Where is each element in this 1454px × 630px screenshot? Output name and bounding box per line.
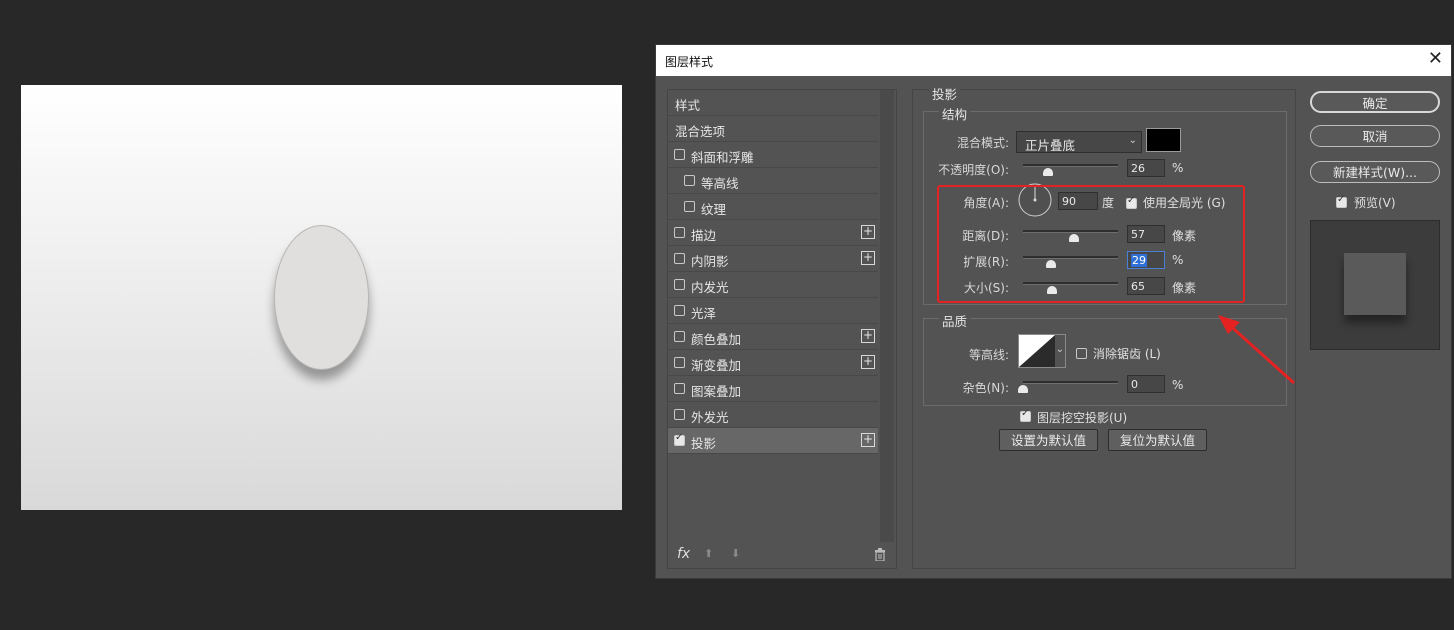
noise-label: 杂色(N):: [962, 381, 1009, 395]
antialias-checkbox[interactable]: [1076, 348, 1087, 359]
style-checkbox[interactable]: [684, 175, 695, 186]
dialog-title: 图层样式: [665, 55, 714, 69]
style-item-label: 内发光: [691, 280, 729, 295]
blend-mode-select[interactable]: 正片叠底 ⌄: [1016, 131, 1142, 153]
fx-icon[interactable]: fx: [677, 546, 690, 562]
style-list-item[interactable]: 渐变叠加 +: [668, 350, 878, 376]
style-checkbox[interactable]: [674, 409, 685, 420]
style-item-label: 斜面和浮雕: [691, 150, 754, 165]
style-item-label: 内阴影: [691, 254, 729, 269]
plus-icon[interactable]: +: [861, 251, 875, 265]
noise-unit: %: [1172, 378, 1184, 392]
style-list-item[interactable]: 样式: [668, 90, 878, 116]
style-item-label: 等高线: [701, 176, 739, 191]
style-item-label: 渐变叠加: [691, 358, 742, 373]
style-list-item[interactable]: 等高线: [668, 168, 878, 194]
ellipse-shape-layer[interactable]: [274, 225, 369, 370]
contour-preview-icon: [1019, 335, 1055, 367]
style-item-label: 颜色叠加: [691, 332, 742, 347]
style-checkbox[interactable]: [674, 383, 685, 394]
contour-picker[interactable]: ⌄: [1018, 334, 1066, 368]
contour-label: 等高线:: [968, 348, 1009, 362]
style-item-label: 外发光: [691, 410, 729, 425]
style-list-item[interactable]: 纹理: [668, 194, 878, 220]
style-list-item[interactable]: 斜面和浮雕: [668, 142, 878, 168]
style-checkbox[interactable]: [674, 149, 685, 160]
shadow-color-swatch[interactable]: [1146, 128, 1181, 152]
preview-checkbox[interactable]: [1336, 194, 1347, 208]
noise-slider-track[interactable]: [1023, 381, 1118, 384]
reset-default-button[interactable]: 复位为默认值: [1108, 429, 1207, 451]
styles-list-footer: fx ⬆ ⬇: [668, 542, 896, 568]
blend-mode-label: 混合模式:: [956, 136, 1009, 150]
arrow-down-icon[interactable]: ⬇: [731, 547, 740, 560]
document-canvas[interactable]: [21, 85, 622, 510]
style-checkbox[interactable]: [674, 227, 685, 238]
opacity-unit: %: [1172, 161, 1184, 175]
noise-input[interactable]: 0: [1127, 375, 1165, 393]
opacity-label: 不透明度(O):: [938, 163, 1009, 177]
knockout-label: 图层挖空投影(U): [1037, 411, 1128, 425]
cancel-button[interactable]: 取消: [1310, 125, 1440, 147]
plus-icon[interactable]: +: [861, 225, 875, 239]
style-checkbox[interactable]: [674, 432, 685, 446]
preview-label: 预览(V): [1354, 196, 1396, 210]
dialog-titlebar: 图层样式 ✕: [656, 45, 1451, 76]
style-item-label: 描边: [691, 228, 717, 243]
structure-legend: 结构: [939, 104, 971, 123]
highlight-annotation-box: [937, 185, 1245, 303]
style-item-label: 光泽: [691, 306, 717, 321]
arrow-up-icon[interactable]: ⬆: [704, 547, 713, 560]
new-style-button[interactable]: 新建样式(W)...: [1310, 161, 1440, 183]
style-item-label: 纹理: [701, 202, 727, 217]
style-list-item[interactable]: 外发光: [668, 402, 878, 428]
plus-icon[interactable]: +: [861, 433, 875, 447]
styles-list-panel: 样式混合选项斜面和浮雕等高线纹理描边 + 内阴影 + 内发光光泽颜色叠加 + 渐变叠加 + 图案…: [667, 89, 897, 569]
style-list-item[interactable]: 颜色叠加 +: [668, 324, 878, 350]
style-checkbox[interactable]: [674, 305, 685, 316]
knockout-checkbox[interactable]: [1020, 408, 1031, 422]
preview-thumbnail: [1344, 253, 1406, 315]
style-list-item[interactable]: 描边 +: [668, 220, 878, 246]
opacity-input[interactable]: 26: [1127, 159, 1165, 177]
style-list-item[interactable]: 内阴影 +: [668, 246, 878, 272]
style-checkbox[interactable]: [684, 201, 695, 212]
layer-style-dialog: 图层样式 ✕ 样式混合选项斜面和浮雕等高线纹理描边 + 内阴影 + 内发光光泽颜色叠加 +…: [655, 44, 1452, 579]
style-item-label: 样式: [675, 98, 701, 113]
quality-legend: 品质: [939, 311, 971, 330]
style-list-item[interactable]: 混合选项: [668, 116, 878, 142]
style-list-item[interactable]: 光泽: [668, 298, 878, 324]
chevron-down-icon: ⌄: [1055, 344, 1064, 355]
style-list-item[interactable]: 图案叠加: [668, 376, 878, 402]
style-checkbox[interactable]: [674, 279, 685, 290]
section-title: 投影: [929, 84, 961, 103]
plus-icon[interactable]: +: [861, 355, 875, 369]
chevron-down-icon: ⌄: [1128, 135, 1137, 146]
style-list-item[interactable]: 内发光: [668, 272, 878, 298]
style-checkbox[interactable]: [674, 331, 685, 342]
style-preview: [1310, 220, 1440, 350]
ok-button[interactable]: 确定: [1310, 91, 1440, 113]
set-default-button[interactable]: 设置为默认值: [999, 429, 1098, 451]
style-item-label: 投影: [691, 436, 717, 451]
style-list-item[interactable]: 投影 +: [668, 428, 878, 454]
styles-list-scrollbar[interactable]: [880, 90, 894, 542]
blend-mode-value: 正片叠底: [1025, 138, 1076, 153]
style-item-label: 混合选项: [675, 124, 726, 139]
opacity-slider-track[interactable]: [1023, 164, 1118, 167]
antialias-label: 消除锯齿 (L): [1093, 347, 1161, 361]
style-checkbox[interactable]: [674, 357, 685, 368]
plus-icon[interactable]: +: [861, 329, 875, 343]
close-icon[interactable]: ✕: [1428, 49, 1443, 69]
style-item-label: 图案叠加: [691, 384, 742, 399]
trash-icon[interactable]: [874, 548, 886, 561]
annotation-arrow: [1218, 315, 1296, 385]
style-checkbox[interactable]: [674, 253, 685, 264]
